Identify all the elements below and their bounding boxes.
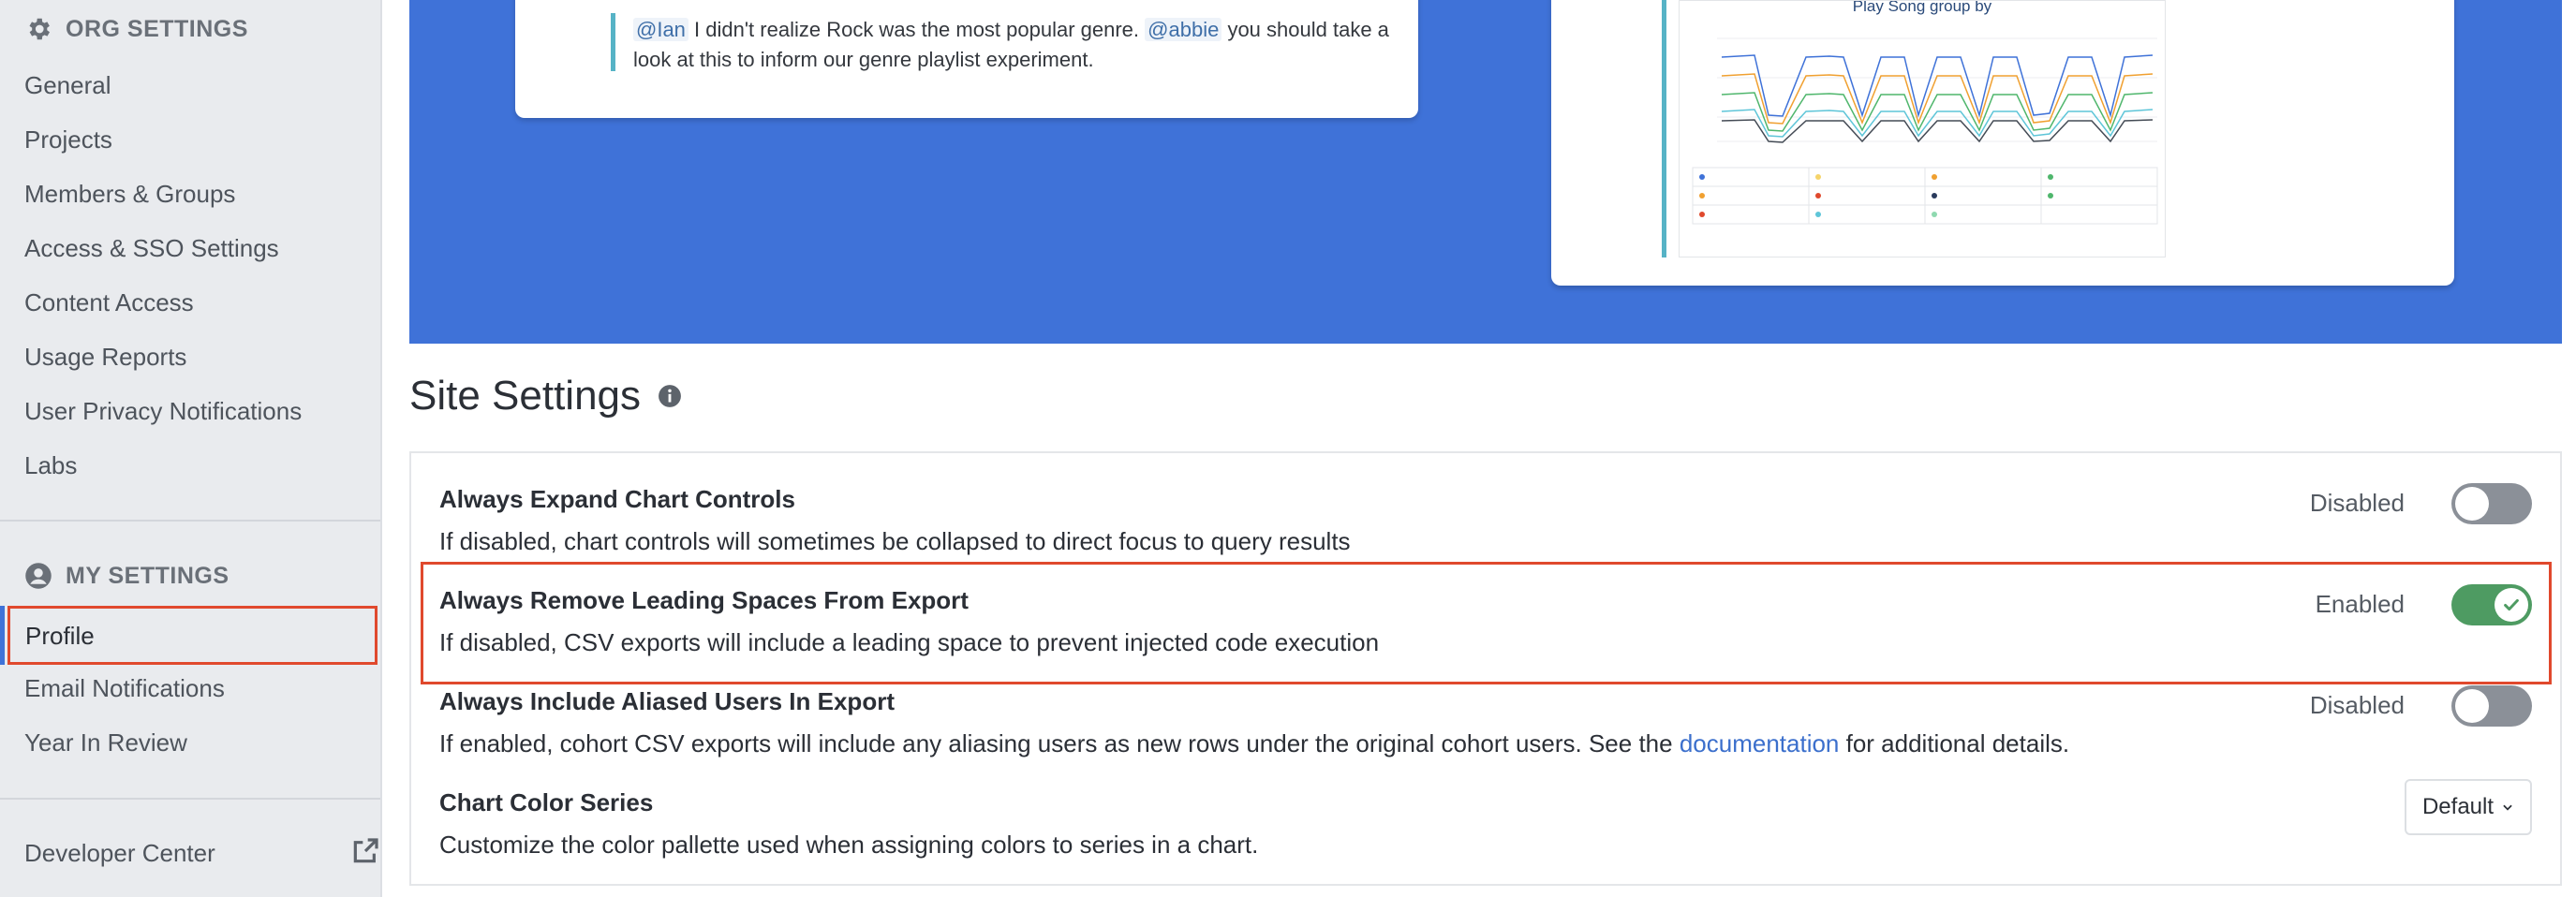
my-settings-title: MY SETTINGS [66, 562, 229, 589]
comment-text-part1: I didn't realize Rock was the most popul… [688, 18, 1146, 41]
sidebar-item-profile[interactable]: Profile [7, 606, 378, 665]
sidebar-item-members-groups[interactable]: Members & Groups [24, 180, 235, 209]
sidebar-divider [0, 798, 380, 800]
active-item-indicator [0, 606, 5, 665]
setting-description: If disabled, chart controls will sometim… [439, 527, 1351, 555]
toggle-knob [2455, 487, 2489, 521]
site-settings-title: Site Settings [409, 373, 642, 419]
setting-title: Always Expand Chart Controls [439, 485, 795, 513]
sidebar-item-developer-center[interactable]: Developer Center [24, 839, 215, 868]
comment-preview-card: @Ian I didn't realize Rock was the most … [515, 0, 1418, 118]
setting-status: Disabled [2309, 691, 2405, 719]
sidebar-item-profile-label: Profile [25, 622, 95, 650]
include-aliased-users-toggle[interactable] [2451, 685, 2532, 727]
mini-chart-thumbnail: Play Song group by [1679, 0, 2166, 257]
chart-preview-card: Play Song group by [1551, 0, 2454, 286]
setting-description: Customize the color pallette used when a… [439, 831, 1259, 859]
chevron-down-icon [2503, 804, 2512, 811]
settings-sidebar: ORG SETTINGS General Projects Members & … [0, 0, 382, 897]
setting-row-include-aliased-users: Always Include Aliased Users In Export I… [439, 685, 2532, 758]
sidebar-item-general[interactable]: General [24, 71, 111, 100]
org-settings-header: ORG SETTINGS [24, 15, 248, 43]
sidebar-divider [0, 520, 380, 522]
sidebar-item-year-in-review[interactable]: Year In Review [24, 728, 187, 757]
expand-chart-controls-toggle[interactable] [2451, 483, 2532, 524]
mini-chart-graphic [1692, 37, 2158, 225]
sidebar-item-access-sso[interactable]: Access & SSO Settings [24, 234, 279, 263]
mention-abbie: @abbie [1145, 18, 1222, 41]
quote-bar [611, 13, 615, 71]
setting-description-text: If enabled, cohort CSV exports will incl… [439, 729, 1680, 757]
sidebar-item-usage-reports[interactable]: Usage Reports [24, 343, 186, 372]
external-link-icon[interactable] [350, 836, 380, 866]
setting-row-chart-color-series: Chart Color Series Customize the color p… [439, 779, 2532, 860]
user-circle-icon [25, 563, 52, 589]
site-settings-heading: Site Settings [409, 373, 682, 419]
setting-row-expand-chart-controls: Always Expand Chart Controls If disabled… [439, 483, 2532, 556]
highlighted-setting-outline [421, 562, 2552, 684]
color-series-select-value: Default [2421, 794, 2495, 819]
sidebar-item-projects[interactable]: Projects [24, 125, 112, 154]
mini-chart-title: Play Song group by [1852, 0, 1992, 15]
documentation-link[interactable]: documentation [1680, 729, 1840, 757]
org-settings-title: ORG SETTINGS [66, 15, 248, 42]
mention-ian: @Ian [633, 18, 688, 41]
setting-title: Always Include Aliased Users In Export [439, 687, 895, 715]
feature-preview-banner: @Ian I didn't realize Rock was the most … [409, 0, 2562, 344]
color-series-select[interactable]: Default [2405, 779, 2532, 835]
setting-description-text: for additional details. [1839, 729, 2070, 757]
toggle-knob [2455, 689, 2489, 723]
sidebar-item-user-privacy[interactable]: User Privacy Notifications [24, 397, 302, 426]
info-icon[interactable] [658, 384, 682, 408]
setting-title: Chart Color Series [439, 788, 654, 816]
my-settings-header: MY SETTINGS [24, 562, 229, 590]
setting-status: Disabled [2309, 489, 2405, 517]
sidebar-item-labs[interactable]: Labs [24, 451, 77, 480]
quote-bar [1662, 0, 1666, 257]
gear-icon [29, 18, 51, 40]
setting-description: If enabled, cohort CSV exports will incl… [439, 729, 2532, 758]
sidebar-item-email-notifications[interactable]: Email Notifications [24, 674, 225, 703]
sidebar-item-content-access[interactable]: Content Access [24, 288, 194, 317]
comment-text: @Ian I didn't realize Rock was the most … [633, 15, 1401, 75]
